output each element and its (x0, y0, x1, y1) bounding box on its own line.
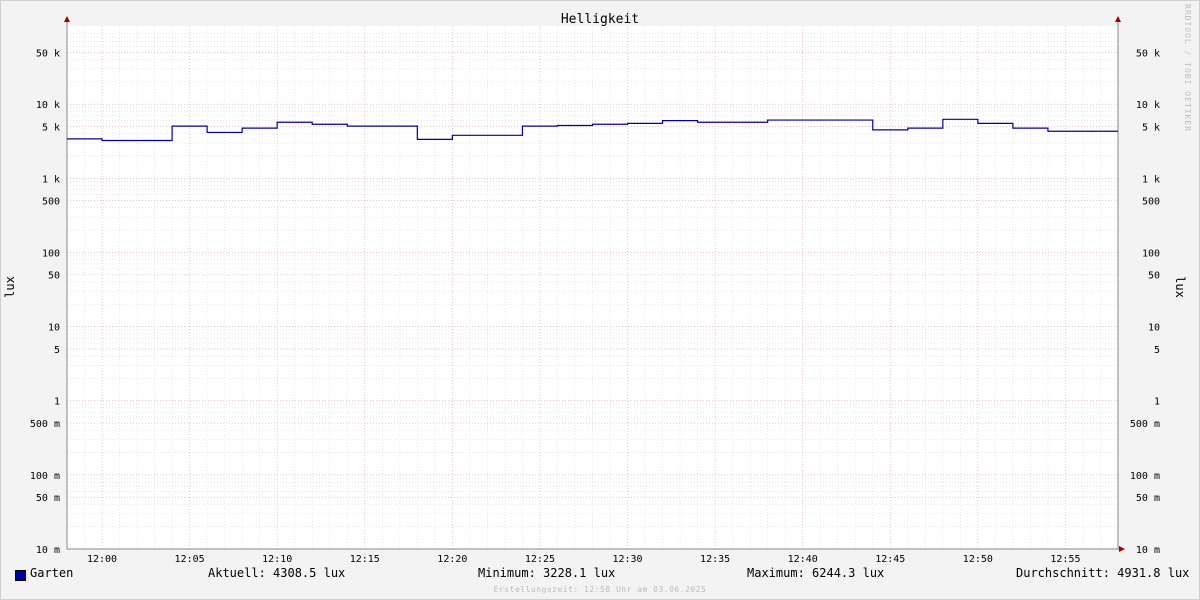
stat-current: Aktuell: 4308.5 lux (208, 566, 346, 580)
y-tick-label-left: 100 m (30, 471, 60, 482)
y-tick-label-left: 5 (54, 345, 60, 356)
y-tick-label-left: 10 k (36, 100, 60, 111)
y-axis-label-right: lux (1173, 276, 1187, 298)
x-tick-label: 12:25 (525, 554, 555, 565)
x-tick-label: 12:45 (875, 554, 905, 565)
y-tick-label-right: 50 k (1136, 48, 1160, 59)
stat-maximum: Maximum: 6244.3 lux (747, 566, 885, 580)
y-tick-label-left: 50 (48, 271, 60, 282)
y-tick-label-left: 500 m (30, 419, 60, 430)
y-tick-label-right: 100 m (1130, 471, 1160, 482)
y-tick-label-left: 1 k (42, 174, 60, 185)
x-tick-label: 12:55 (1050, 554, 1080, 565)
y-axis-label-left: lux (3, 276, 17, 298)
y-tick-label-right: 10 k (1136, 100, 1160, 111)
y-tick-label-left: 10 m (36, 545, 60, 556)
stat-minimum: Minimum: 3228.1 lux (478, 566, 616, 580)
y-tick-label-right: 5 k (1142, 122, 1160, 133)
y-tick-label-left: 100 (42, 248, 60, 259)
y-axis-arrow-right (1115, 16, 1121, 22)
y-tick-label-left: 50 k (36, 48, 60, 59)
y-tick-label-left: 50 m (36, 493, 60, 504)
y-tick-label-right: 500 m (1130, 419, 1160, 430)
chart-svg: Helligkeit 50 k 50 k 10 k 10 k 5 k 5 k 1 k 1 k 5… (3, 12, 1187, 565)
x-tick-label: 12:30 (612, 554, 642, 565)
y-tick-label-right: 50 m (1136, 493, 1160, 504)
y-tick-label-left: 1 (54, 397, 60, 408)
y-tick-label-left: 5 k (42, 122, 60, 133)
y-tick-label-right: 10 (1148, 323, 1160, 334)
y-tick-label-right: 1 (1154, 397, 1160, 408)
grid (66, 26, 1119, 550)
x-tick-label: 12:10 (262, 554, 292, 565)
x-tick-label: 12:15 (350, 554, 380, 565)
chart-title: Helligkeit (561, 12, 639, 27)
x-tick-label: 12:40 (788, 554, 818, 565)
y-tick-label-right: 500 (1142, 197, 1160, 208)
x-axis-arrow (1119, 546, 1125, 552)
x-tick-label: 12:50 (963, 554, 993, 565)
y-tick-label-right: 10 m (1136, 545, 1160, 556)
y-tick-label-left: 500 (42, 197, 60, 208)
y-tick-label-left: 10 (48, 323, 60, 334)
creation-timestamp: Erstellungszeit: 12:58 Uhr am 03.06.2025 (493, 585, 707, 594)
legend-swatch (15, 570, 26, 581)
y-tick-label-right: 5 (1154, 345, 1160, 356)
x-tick-label: 12:00 (87, 554, 117, 565)
x-tick-label: 12:20 (437, 554, 467, 565)
watermark: RRDTOOL / TOBI OETIKER (1183, 4, 1192, 132)
stat-average: Durchschnitt: 4931.8 lux (1016, 566, 1190, 580)
y-tick-label-right: 50 (1148, 271, 1160, 282)
x-tick-label: 12:05 (175, 554, 205, 565)
y-tick-label-right: 100 (1142, 248, 1160, 259)
legend-series-name: Garten (30, 566, 74, 580)
y-tick-label-right: 1 k (1142, 174, 1160, 185)
x-tick-label: 12:35 (700, 554, 730, 565)
y-axis-arrow-left (64, 16, 70, 22)
